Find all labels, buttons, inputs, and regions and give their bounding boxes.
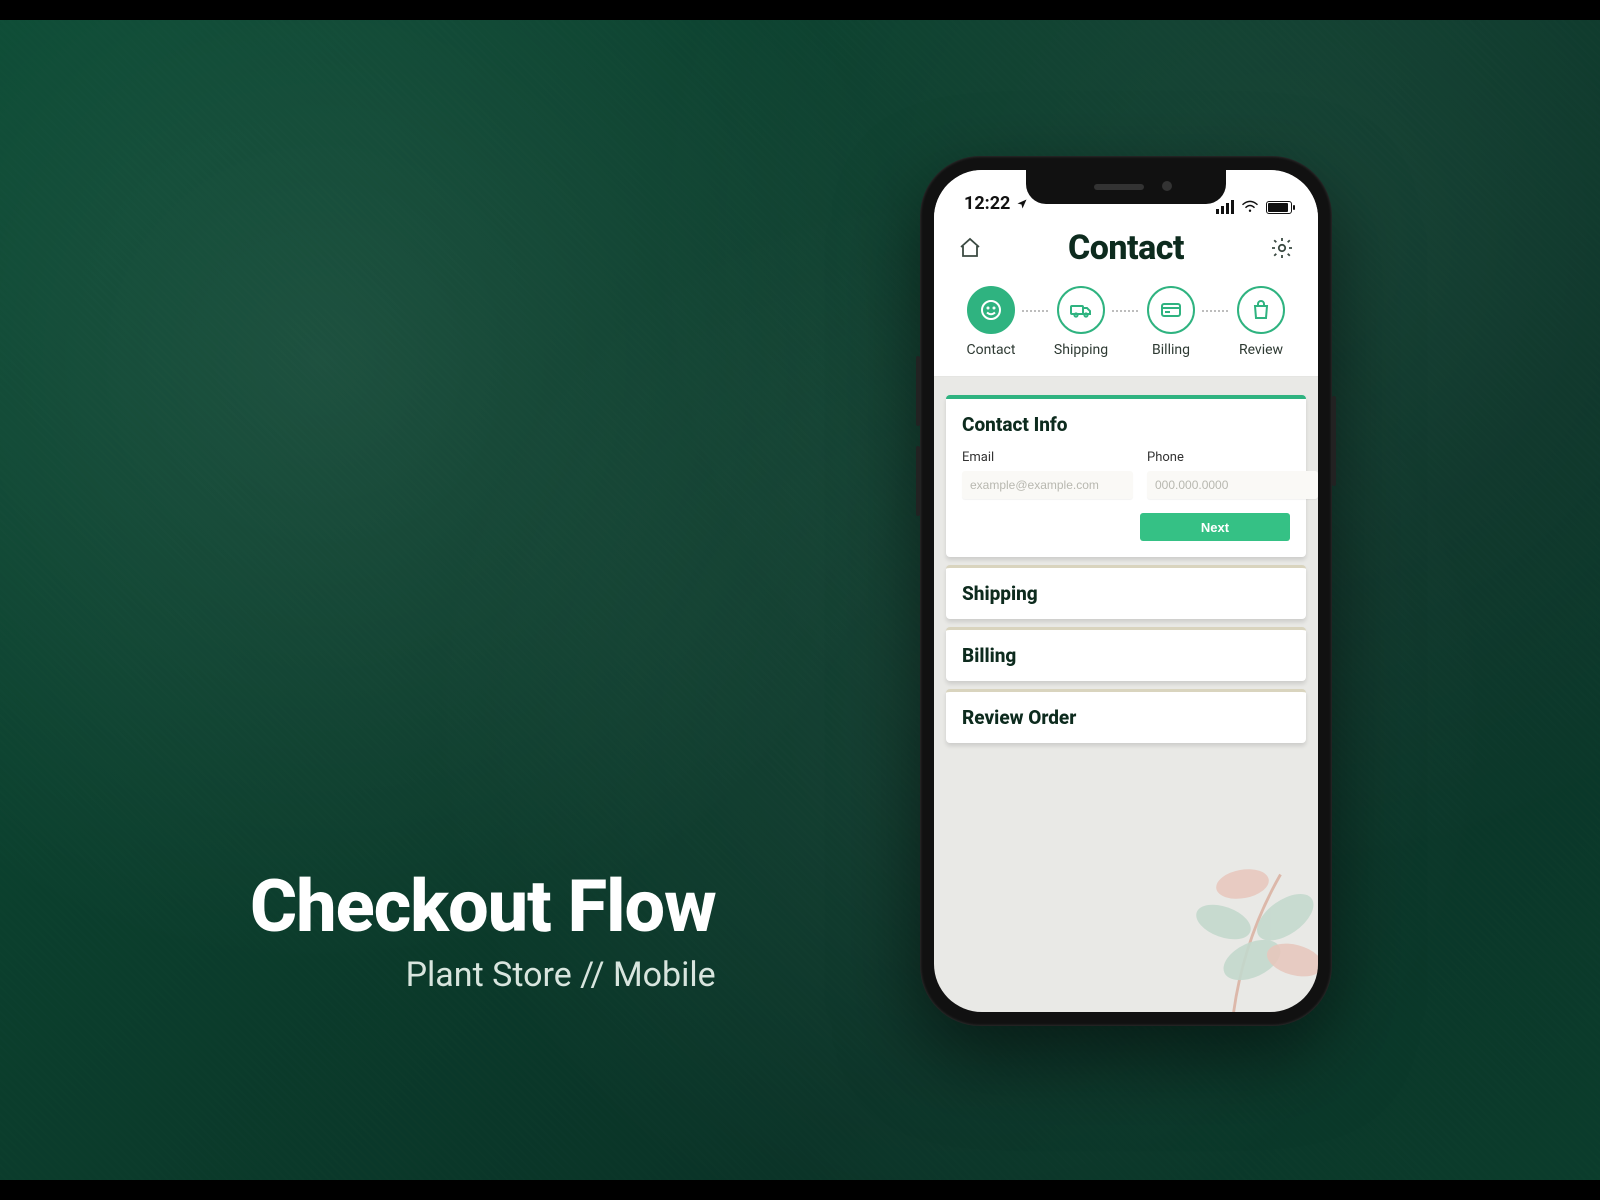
email-label: Email (962, 450, 1133, 465)
phone-screen: 12:22 Contact Contact (934, 170, 1318, 1012)
email-input[interactable] (962, 471, 1133, 499)
billing-card[interactable]: Billing (946, 627, 1306, 681)
step-label: Contact (967, 342, 1016, 358)
truck-icon (1069, 298, 1093, 322)
phone-notch (1026, 170, 1226, 204)
app-header: Contact (934, 218, 1318, 282)
location-icon (1016, 198, 1028, 210)
phone-field-group: Phone (1147, 450, 1318, 499)
bag-icon (1249, 298, 1273, 322)
page-title: Contact (1068, 228, 1184, 268)
smiley-icon (979, 298, 1003, 322)
card-title: Contact Info (946, 399, 1306, 450)
status-time: 12:22 (964, 193, 1010, 214)
settings-button[interactable] (1268, 234, 1296, 262)
battery-icon (1266, 201, 1292, 214)
wifi-icon (1241, 200, 1259, 214)
phone-input[interactable] (1147, 471, 1318, 499)
step-billing[interactable]: Billing (1132, 286, 1210, 358)
step-review[interactable]: Review (1222, 286, 1300, 358)
letterbox (0, 1180, 1600, 1200)
checkout-content: Contact Info Email Phone Next (934, 377, 1318, 1012)
gear-icon (1270, 236, 1294, 260)
card-icon (1159, 298, 1183, 322)
background (0, 0, 1600, 1200)
step-contact[interactable]: Contact (952, 286, 1030, 358)
phone-frame: 12:22 Contact Contact (920, 156, 1332, 1026)
hero-title: Checkout Flow (250, 864, 716, 949)
review-order-card[interactable]: Review Order (946, 689, 1306, 743)
phone-label: Phone (1147, 450, 1318, 465)
home-button[interactable] (956, 234, 984, 262)
hero-text: Checkout Flow Plant Store // Mobile (250, 864, 716, 995)
checkout-stepper: Contact Shipping Billing Review (934, 282, 1318, 377)
hero-subtitle: Plant Store // Mobile (250, 955, 716, 995)
leaf-decoration (1138, 822, 1318, 1012)
step-label: Billing (1152, 342, 1190, 358)
home-icon (958, 236, 982, 260)
email-field-group: Email (962, 450, 1133, 499)
next-button[interactable]: Next (1140, 513, 1290, 541)
shipping-card[interactable]: Shipping (946, 565, 1306, 619)
contact-info-card: Contact Info Email Phone Next (946, 395, 1306, 557)
step-shipping[interactable]: Shipping (1042, 286, 1120, 358)
letterbox (0, 0, 1600, 20)
signal-icon (1216, 200, 1234, 214)
step-label: Review (1239, 342, 1283, 358)
step-label: Shipping (1054, 342, 1108, 358)
